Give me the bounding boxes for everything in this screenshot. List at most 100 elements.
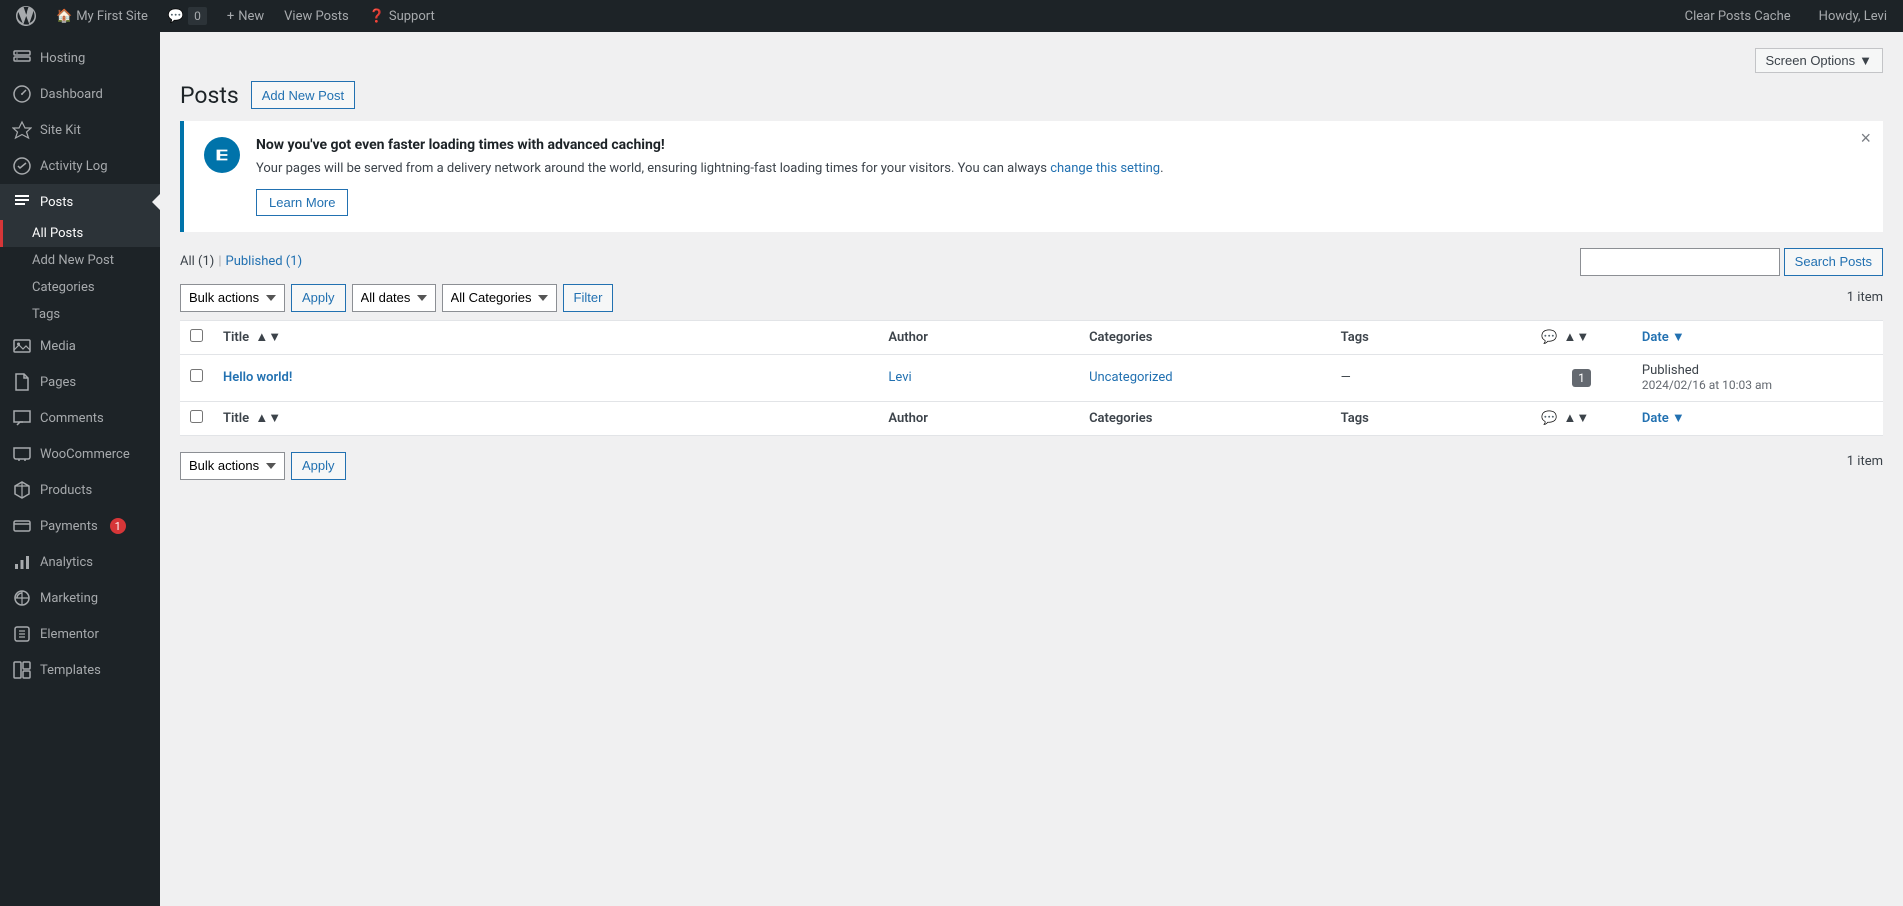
filter-separator: |	[218, 254, 221, 269]
plus-icon: +	[227, 9, 234, 24]
tfoot-date: Date ▼	[1632, 401, 1883, 435]
filter-published[interactable]: Published (1)	[226, 254, 303, 269]
date-sort-down-icon: ▼	[1672, 330, 1685, 345]
post-tags: —	[1341, 370, 1351, 385]
marketing-icon	[12, 588, 32, 608]
post-status: Published	[1642, 363, 1699, 378]
tfoot-checkbox	[180, 401, 213, 435]
title-sort[interactable]: ▲▼	[255, 329, 281, 345]
select-all-checkbox-footer[interactable]	[190, 410, 203, 423]
sidebar-item-marketing[interactable]: Marketing	[0, 580, 160, 616]
comments-item[interactable]: 💬 0	[160, 0, 215, 32]
sidebar-item-comments[interactable]: Comments	[0, 400, 160, 436]
notice-change-setting-link[interactable]: change this setting	[1050, 161, 1160, 176]
sidebar-item-posts[interactable]: Posts	[0, 184, 160, 220]
sidebar-item-pages[interactable]: Pages	[0, 364, 160, 400]
notice-text-after: .	[1160, 161, 1163, 176]
post-title-link[interactable]: Hello world!	[223, 370, 292, 385]
sidebar-item-products[interactable]: Products	[0, 472, 160, 508]
bulk-actions-select-bottom[interactable]: Bulk actions	[180, 452, 285, 480]
bulk-actions-select-top[interactable]: Bulk actions	[180, 284, 285, 312]
date-filter-select[interactable]: All dates	[352, 284, 436, 312]
pages-icon	[12, 372, 32, 392]
new-item[interactable]: + New	[219, 0, 272, 32]
sidebar-item-hosting[interactable]: Hosting	[0, 40, 160, 76]
th-title: Title ▲▼	[213, 320, 878, 354]
row-author-cell: Levi	[878, 354, 1079, 401]
comments-sidebar-icon	[12, 408, 32, 428]
sidebar: Hosting Dashboard Site Kit Activity Log …	[0, 32, 160, 906]
learn-more-button[interactable]: Learn More	[256, 189, 348, 216]
notice-text: Your pages will be served from a deliver…	[256, 159, 1863, 179]
server-icon	[12, 48, 32, 68]
search-posts-button[interactable]: Search Posts	[1784, 248, 1883, 276]
media-icon	[12, 336, 32, 356]
notice-title: Now you've got even faster loading times…	[256, 137, 1863, 153]
howdy-label[interactable]: Howdy, Levi	[1811, 9, 1895, 24]
categories-col-label: Categories	[1089, 330, 1152, 345]
apply-button-top[interactable]: Apply	[291, 284, 346, 312]
submenu-tags[interactable]: Tags	[0, 301, 160, 328]
tfoot-date-sort-link[interactable]: Date	[1642, 411, 1669, 426]
comments-count: 0	[188, 7, 207, 25]
tfoot-author-label: Author	[888, 411, 928, 426]
wp-logo[interactable]	[8, 0, 44, 32]
th-checkbox	[180, 320, 213, 354]
view-posts-item[interactable]: View Posts	[276, 0, 357, 32]
post-date: 2024/02/16 at 10:03 am	[1642, 378, 1772, 392]
sidebar-label-dashboard: Dashboard	[40, 87, 103, 102]
sidebar-item-woocommerce[interactable]: WooCommerce	[0, 436, 160, 472]
admin-bar: 🏠 My First Site 💬 0 + New View Posts ❓ S…	[0, 0, 1903, 32]
tfoot-title: Title ▲▼	[213, 401, 878, 435]
category-filter-select[interactable]: All Categories	[442, 284, 557, 312]
sidebar-item-payments[interactable]: Payments 1	[0, 508, 160, 544]
tfoot-title-label: Title	[223, 411, 249, 426]
sidebar-item-templates[interactable]: Templates	[0, 652, 160, 688]
post-category-link[interactable]: Uncategorized	[1089, 370, 1172, 385]
filter-all[interactable]: All (1)	[180, 254, 214, 269]
sidebar-item-sitekit[interactable]: Site Kit	[0, 112, 160, 148]
notice-banner: Now you've got even faster loading times…	[180, 121, 1883, 232]
date-sort-link[interactable]: Date	[1642, 330, 1669, 345]
sidebar-item-elementor[interactable]: Elementor	[0, 616, 160, 652]
tfoot-date-sort-icon: ▼	[1672, 411, 1685, 426]
filter-button[interactable]: Filter	[563, 284, 614, 312]
comments-sort[interactable]: ▲▼	[1563, 329, 1589, 345]
site-name[interactable]: 🏠 My First Site	[48, 0, 156, 32]
dashboard-icon	[12, 84, 32, 104]
post-author-link[interactable]: Levi	[888, 370, 911, 385]
page-title: Posts	[180, 82, 239, 109]
sidebar-item-analytics[interactable]: Analytics	[0, 544, 160, 580]
row-categories-cell: Uncategorized	[1079, 354, 1331, 401]
comment-icon: 💬	[168, 9, 184, 24]
templates-icon	[12, 660, 32, 680]
page-header: Posts Add New Post	[180, 81, 1883, 109]
notice-close-button[interactable]: ×	[1860, 129, 1871, 147]
row-checkbox[interactable]	[190, 369, 203, 382]
tfoot-tags-label: Tags	[1341, 411, 1369, 426]
activity-icon	[12, 156, 32, 176]
th-tags: Tags	[1331, 320, 1531, 354]
apply-button-bottom[interactable]: Apply	[291, 452, 346, 480]
add-new-post-button[interactable]: Add New Post	[251, 81, 355, 109]
search-posts-input[interactable]	[1580, 248, 1780, 276]
select-all-checkbox[interactable]	[190, 329, 203, 342]
sidebar-label-media: Media	[40, 339, 76, 354]
elementor-icon	[12, 624, 32, 644]
sidebar-item-activity-log[interactable]: Activity Log	[0, 148, 160, 184]
row-comments-cell: 1	[1531, 354, 1632, 401]
submenu-add-new-post[interactable]: Add New Post	[0, 247, 160, 274]
filter-bar: All (1) | Published (1) Search Posts	[180, 248, 1883, 276]
support-item[interactable]: ❓ Support	[361, 0, 443, 32]
search-bar: Search Posts	[1580, 248, 1883, 276]
submenu-categories[interactable]: Categories	[0, 274, 160, 301]
action-bar-top: Bulk actions Apply All dates All Categor…	[180, 284, 1883, 312]
submenu-all-posts[interactable]: All Posts	[0, 220, 160, 247]
screen-options-button[interactable]: Screen Options ▼	[1755, 48, 1883, 73]
notice-text-before: Your pages will be served from a deliver…	[256, 161, 1050, 176]
tfoot-comments-sort[interactable]: ▲▼	[1563, 410, 1589, 426]
clear-cache-btn[interactable]: Clear Posts Cache	[1677, 9, 1799, 24]
sidebar-item-media[interactable]: Media	[0, 328, 160, 364]
sidebar-item-dashboard[interactable]: Dashboard	[0, 76, 160, 112]
tfoot-title-sort[interactable]: ▲▼	[255, 410, 281, 426]
